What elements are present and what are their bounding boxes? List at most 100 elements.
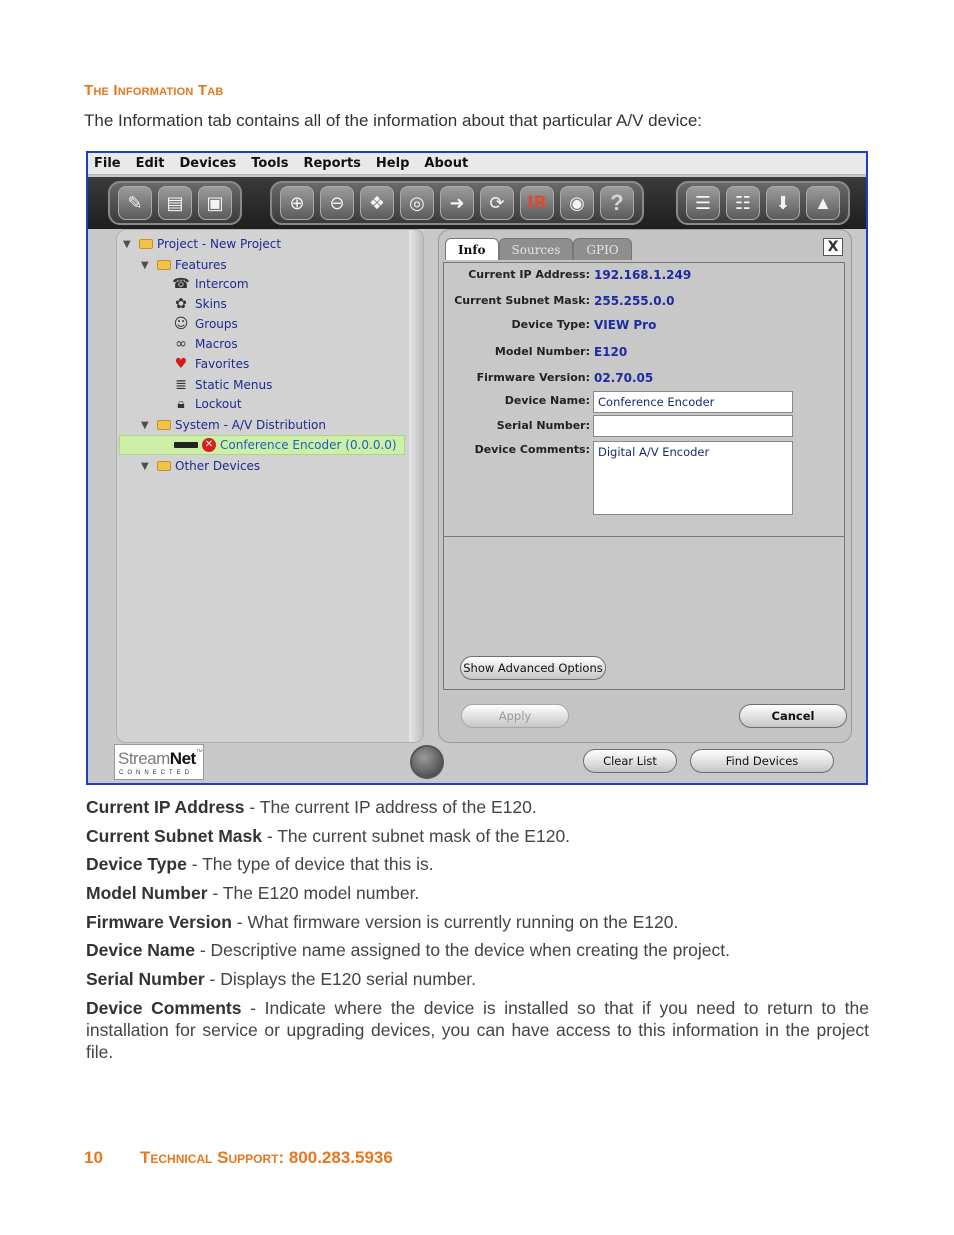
tab-info[interactable]: Info [445, 238, 499, 260]
page-number: 10 [84, 1148, 103, 1167]
apply-button[interactable]: Apply [461, 704, 569, 728]
tree-node-static-menus[interactable]: ≣ Static Menus [171, 375, 272, 395]
menu-help[interactable]: Help [376, 156, 409, 171]
tree-node-other-devices[interactable]: ▼ Other Devices [141, 456, 260, 476]
tree-expand-icon[interactable]: ☰ [686, 186, 720, 220]
firmware-value: 02.70.05 [594, 371, 654, 385]
sync-icon[interactable]: ⟳ [480, 186, 514, 220]
model-value: E120 [594, 345, 628, 359]
groups-people-icon: ☺ [173, 316, 189, 332]
menu-reports[interactable]: Reports [303, 156, 360, 171]
section-title: The Information Tab [84, 82, 224, 99]
tree-node-intercom[interactable]: ☎ Intercom [171, 274, 248, 294]
menu-list-icon: ≣ [175, 377, 187, 393]
wizard-icon[interactable]: ▲ [806, 186, 840, 220]
tree-scrollbar[interactable] [409, 230, 423, 742]
tree-node-lockout[interactable]: 🔒︎ Lockout [171, 394, 241, 414]
comments-label: Device Comments: [474, 443, 590, 456]
lock-icon: 🔒︎ [177, 396, 185, 412]
find-devices-button[interactable]: Find Devices [690, 749, 834, 773]
menu-file[interactable]: File [94, 156, 121, 171]
open-folder-icon[interactable]: ▤ [158, 186, 192, 220]
network-icon[interactable]: ◉ [560, 186, 594, 220]
subnet-label: Current Subnet Mask: [454, 294, 590, 307]
device-properties-panel: Info Sources GPIO X Current IP Address: … [438, 229, 852, 743]
intro-text: The Information tab contains all of the … [84, 111, 703, 130]
folder-icon [139, 239, 153, 249]
cancel-button[interactable]: Cancel [739, 704, 847, 728]
toolbar: ✎ ▤ ▣ ⊕ ⊖ ❖ ◎ ➜ ⟳ IR ◉ ? ☰ ☷ ⬇ ▲ [88, 177, 866, 229]
description-subnet: Current Subnet Mask - The current subnet… [86, 826, 571, 846]
import-icon[interactable]: ➜ [440, 186, 474, 220]
description-ip: Current IP Address - The current IP addr… [86, 797, 537, 817]
folder-icon [157, 260, 171, 270]
tree-node-skins[interactable]: ✿ Skins [171, 294, 227, 314]
device-name-label: Device Name: [504, 394, 590, 407]
menu-edit[interactable]: Edit [136, 156, 165, 171]
show-advanced-options-button[interactable]: Show Advanced Options [460, 656, 606, 680]
menu-tools[interactable]: Tools [251, 156, 288, 171]
remove-device-icon[interactable]: ⊖ [320, 186, 354, 220]
tree-node-favorites[interactable]: ♥ Favorites [171, 354, 250, 374]
ir-icon[interactable]: IR [520, 186, 554, 220]
info-box: Current IP Address: 192.168.1.249 Curren… [443, 262, 845, 690]
tab-sources[interactable]: Sources [498, 238, 574, 260]
clear-list-button[interactable]: Clear List [583, 749, 677, 773]
description-comments: Device Comments - Indicate where the dev… [86, 998, 869, 1062]
description-firmware: Firmware Version - What firmware version… [86, 912, 679, 932]
tree-node-project[interactable]: ▼ Project - New Project [123, 234, 281, 254]
firmware-label: Firmware Version: [476, 371, 590, 384]
menu-bar: File Edit Devices Tools Reports Help Abo… [88, 153, 866, 175]
description-serial: Serial Number - Displays the E120 serial… [86, 969, 477, 989]
tree-node-conference-encoder[interactable]: ✕ Conference Encoder (0.0.0.0) [119, 435, 405, 455]
tab-strip: Info Sources GPIO [445, 238, 632, 260]
help-icon[interactable]: ? [600, 186, 634, 220]
new-file-icon[interactable]: ✎ [118, 186, 152, 220]
device-type-label: Device Type: [511, 318, 590, 331]
device-tree-panel: ▼ Project - New Project ▼ Features ☎ Int… [116, 229, 424, 743]
tree-node-system[interactable]: ▼ System - A/V Distribution [141, 415, 326, 435]
expand-arrow-icon[interactable]: ▼ [123, 239, 135, 250]
tree-collapse-icon[interactable]: ☷ [726, 186, 760, 220]
add-device-icon[interactable]: ⊕ [280, 186, 314, 220]
device-comments-field[interactable]: Digital A/V Encoder [593, 441, 793, 515]
skins-palette-icon: ✿ [175, 296, 187, 312]
tree-node-features[interactable]: ▼ Features [141, 255, 227, 275]
file-toolbar-group: ✎ ▤ ▣ [108, 181, 242, 225]
heart-icon: ♥ [174, 356, 188, 372]
properties-icon[interactable]: ❖ [360, 186, 394, 220]
expand-arrow-icon[interactable]: ▼ [141, 461, 153, 472]
expand-arrow-icon[interactable]: ▼ [141, 260, 153, 271]
footer-label: Technical Support: [140, 1148, 285, 1167]
device-plug-icon [174, 442, 198, 448]
fingerprint-icon[interactable]: ◎ [400, 186, 434, 220]
model-label: Model Number: [494, 345, 590, 358]
description-model: Model Number - The E120 model number. [86, 883, 420, 903]
serial-number-field[interactable] [593, 415, 793, 437]
description-device-type: Device Type - The type of device that th… [86, 854, 434, 874]
device-type-value: VIEW Pro [594, 318, 657, 332]
info-fields: Current IP Address: 192.168.1.249 Curren… [444, 263, 844, 537]
download-icon[interactable]: ⬇ [766, 186, 800, 220]
intercom-icon: ☎ [172, 276, 190, 292]
folder-icon [157, 461, 171, 471]
menu-about[interactable]: About [424, 156, 468, 171]
page-footer: 10 Technical Support: 800.283.5936 [84, 1148, 393, 1168]
status-orb-icon[interactable] [410, 745, 444, 779]
device-name-field[interactable]: Conference Encoder [593, 391, 793, 413]
description-device-name: Device Name - Descriptive name assigned … [86, 940, 730, 960]
device-toolbar-group: ⊕ ⊖ ❖ ◎ ➜ ⟳ IR ◉ ? [270, 181, 644, 225]
tools-toolbar-group: ☰ ☷ ⬇ ▲ [676, 181, 850, 225]
ip-label: Current IP Address: [468, 268, 590, 281]
save-icon[interactable]: ▣ [198, 186, 232, 220]
subnet-value: 255.255.0.0 [594, 294, 675, 308]
tab-gpio[interactable]: GPIO [573, 238, 632, 260]
tree-node-groups[interactable]: ☺ Groups [171, 314, 238, 334]
streamnet-logo: StreamNet™ CONNECTED [114, 744, 204, 780]
folder-icon [157, 420, 171, 430]
tree-node-macros[interactable]: ∞ Macros [171, 334, 237, 354]
close-button[interactable]: X [823, 238, 843, 256]
error-icon: ✕ [202, 438, 216, 452]
expand-arrow-icon[interactable]: ▼ [141, 420, 153, 431]
menu-devices[interactable]: Devices [179, 156, 236, 171]
